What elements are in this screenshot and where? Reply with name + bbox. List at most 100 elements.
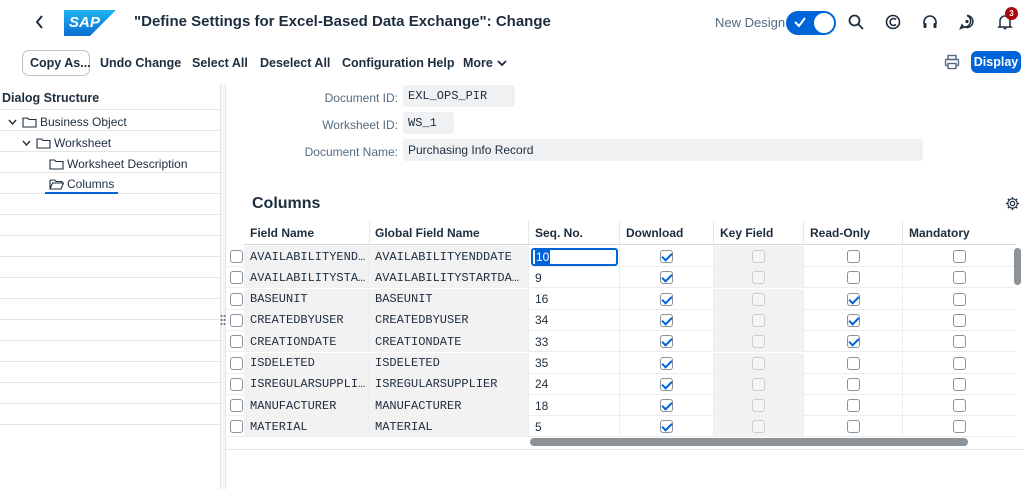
gear-icon[interactable] xyxy=(1005,196,1021,212)
read-only-checkbox[interactable] xyxy=(846,399,860,413)
download-checkbox[interactable] xyxy=(660,356,673,370)
select-all-button[interactable]: Select All xyxy=(192,50,248,76)
read-only-checkbox[interactable] xyxy=(846,335,860,349)
chevron-down-icon[interactable] xyxy=(20,138,32,149)
field-name-cell: MATERIAL xyxy=(244,416,369,438)
header-global-field-name[interactable]: Global Field Name xyxy=(369,221,529,245)
read-only-checkbox[interactable] xyxy=(846,250,860,263)
download-checkbox[interactable] xyxy=(660,335,673,349)
header-seq-no[interactable]: Seq. No. xyxy=(529,221,620,245)
header-download[interactable]: Download xyxy=(620,221,714,245)
read-only-checkbox[interactable] xyxy=(846,356,860,370)
back-icon[interactable] xyxy=(32,12,48,32)
tree-item-worksheet[interactable]: Worksheet xyxy=(20,134,111,152)
mandatory-checkbox[interactable] xyxy=(953,335,966,349)
download-cell xyxy=(620,309,714,331)
mandatory-checkbox[interactable] xyxy=(953,313,966,327)
columns-table: Field Name Global Field Name Seq. No. Do… xyxy=(226,221,1024,449)
download-checkbox[interactable] xyxy=(660,271,673,285)
seq-no-value: 10 xyxy=(535,250,551,264)
header-read-only[interactable]: Read-Only xyxy=(804,221,903,245)
horizontal-scrollbar[interactable] xyxy=(530,438,968,446)
copy-as-button[interactable]: Copy As... xyxy=(22,50,91,76)
seq-no-cell[interactable]: 35 xyxy=(529,352,620,374)
table-row[interactable]: MANUFACTURER MANUFACTURER 18 xyxy=(226,395,1016,417)
configuration-help-button[interactable]: Configuration Help xyxy=(342,50,455,76)
download-checkbox[interactable] xyxy=(660,292,673,306)
header-key-field[interactable]: Key Field xyxy=(714,221,804,245)
read-only-checkbox[interactable] xyxy=(846,271,860,285)
search-icon[interactable] xyxy=(846,12,866,32)
seq-no-cell[interactable]: 18 xyxy=(529,395,620,417)
seq-no-cell[interactable]: 16 xyxy=(529,288,620,310)
headset-icon[interactable] xyxy=(920,12,940,32)
deselect-all-button[interactable]: Deselect All xyxy=(260,50,330,76)
download-checkbox[interactable] xyxy=(660,420,673,434)
mandatory-checkbox[interactable] xyxy=(953,356,966,370)
table-row[interactable]: ISREGULARSUPPLI… ISREGULARSUPPLIER 24 xyxy=(226,373,1016,395)
seq-no-cell[interactable]: 34 xyxy=(529,309,620,331)
columns-title: Columns xyxy=(252,195,321,212)
scrollbar-thumb[interactable] xyxy=(1014,248,1021,285)
seq-no-cell[interactable]: 24 xyxy=(529,373,620,395)
read-only-checkbox[interactable] xyxy=(846,292,860,306)
document-id-label: Document ID: xyxy=(324,91,398,105)
row-select-checkbox[interactable] xyxy=(230,292,243,306)
tree-item-columns[interactable]: Columns xyxy=(45,176,119,194)
table-row[interactable]: AVAILABILITYSTA… AVAILABILITYSTARTDA… 9 xyxy=(226,267,1016,289)
header-field-name[interactable]: Field Name xyxy=(244,221,370,245)
display-button[interactable]: Display xyxy=(971,51,1021,73)
mandatory-checkbox[interactable] xyxy=(953,292,966,306)
key-field-checkbox xyxy=(752,292,765,306)
table-row[interactable]: MATERIAL MATERIAL 5 xyxy=(226,416,1016,438)
row-select-checkbox[interactable] xyxy=(230,250,243,263)
read-only-checkbox[interactable] xyxy=(846,420,860,434)
global-field-name-cell: AVAILABILITYENDDATE xyxy=(369,246,529,267)
mandatory-checkbox[interactable] xyxy=(953,420,966,434)
download-checkbox[interactable] xyxy=(660,377,673,391)
row-select-checkbox[interactable] xyxy=(230,335,243,349)
table-row[interactable]: AVAILABILITYEND… AVAILABILITYENDDATE 10 xyxy=(226,246,1016,267)
mandatory-checkbox[interactable] xyxy=(953,250,966,263)
row-select-checkbox[interactable] xyxy=(230,377,243,391)
table-row[interactable]: CREATEDBYUSER CREATEDBYUSER 34 xyxy=(226,309,1016,331)
sap-logo[interactable]: SAP xyxy=(64,10,116,36)
table-row[interactable]: ISDELETED ISDELETED 35 xyxy=(226,352,1016,374)
table-row[interactable]: BASEUNIT BASEUNIT 16 xyxy=(226,288,1016,310)
row-select-checkbox[interactable] xyxy=(230,313,243,327)
key-field-checkbox xyxy=(752,420,765,434)
header-mandatory[interactable]: Mandatory xyxy=(903,221,1016,245)
feedback-icon[interactable] xyxy=(957,12,977,32)
seq-no-cell[interactable]: 9 xyxy=(529,267,620,289)
tree-item-worksheet-description[interactable]: Worksheet Description xyxy=(49,155,188,173)
row-select-checkbox[interactable] xyxy=(230,356,243,370)
tree-item-business-object[interactable]: Business Object xyxy=(6,113,127,131)
seq-no-input[interactable]: 10 xyxy=(531,248,618,266)
read-only-cell xyxy=(804,288,903,310)
vertical-scrollbar[interactable] xyxy=(1014,248,1021,438)
download-checkbox[interactable] xyxy=(660,399,673,413)
table-row[interactable]: CREATIONDATE CREATIONDATE 33 xyxy=(226,331,1016,353)
download-checkbox[interactable] xyxy=(660,250,673,263)
row-select-checkbox[interactable] xyxy=(230,420,243,434)
row-select-checkbox[interactable] xyxy=(230,399,243,413)
download-cell xyxy=(620,331,714,353)
seq-no-cell[interactable]: 33 xyxy=(529,331,620,353)
copilot-icon[interactable] xyxy=(883,12,903,32)
chevron-down-icon xyxy=(497,60,507,67)
undo-change-button[interactable]: Undo Change xyxy=(100,50,181,76)
mandatory-checkbox[interactable] xyxy=(953,377,966,391)
seq-no-cell[interactable]: 5 xyxy=(529,416,620,438)
key-field-cell xyxy=(714,395,804,417)
row-select-checkbox[interactable] xyxy=(230,271,243,285)
new-design-toggle[interactable] xyxy=(786,11,836,35)
print-icon[interactable] xyxy=(944,54,962,72)
download-checkbox[interactable] xyxy=(660,313,673,327)
read-only-checkbox[interactable] xyxy=(846,313,860,327)
mandatory-checkbox[interactable] xyxy=(953,399,966,413)
chevron-down-icon[interactable] xyxy=(6,117,18,128)
mandatory-checkbox[interactable] xyxy=(953,271,966,285)
tree-item-label: Worksheet Description xyxy=(67,157,188,171)
more-button[interactable]: More xyxy=(463,50,507,76)
read-only-checkbox[interactable] xyxy=(846,377,860,391)
